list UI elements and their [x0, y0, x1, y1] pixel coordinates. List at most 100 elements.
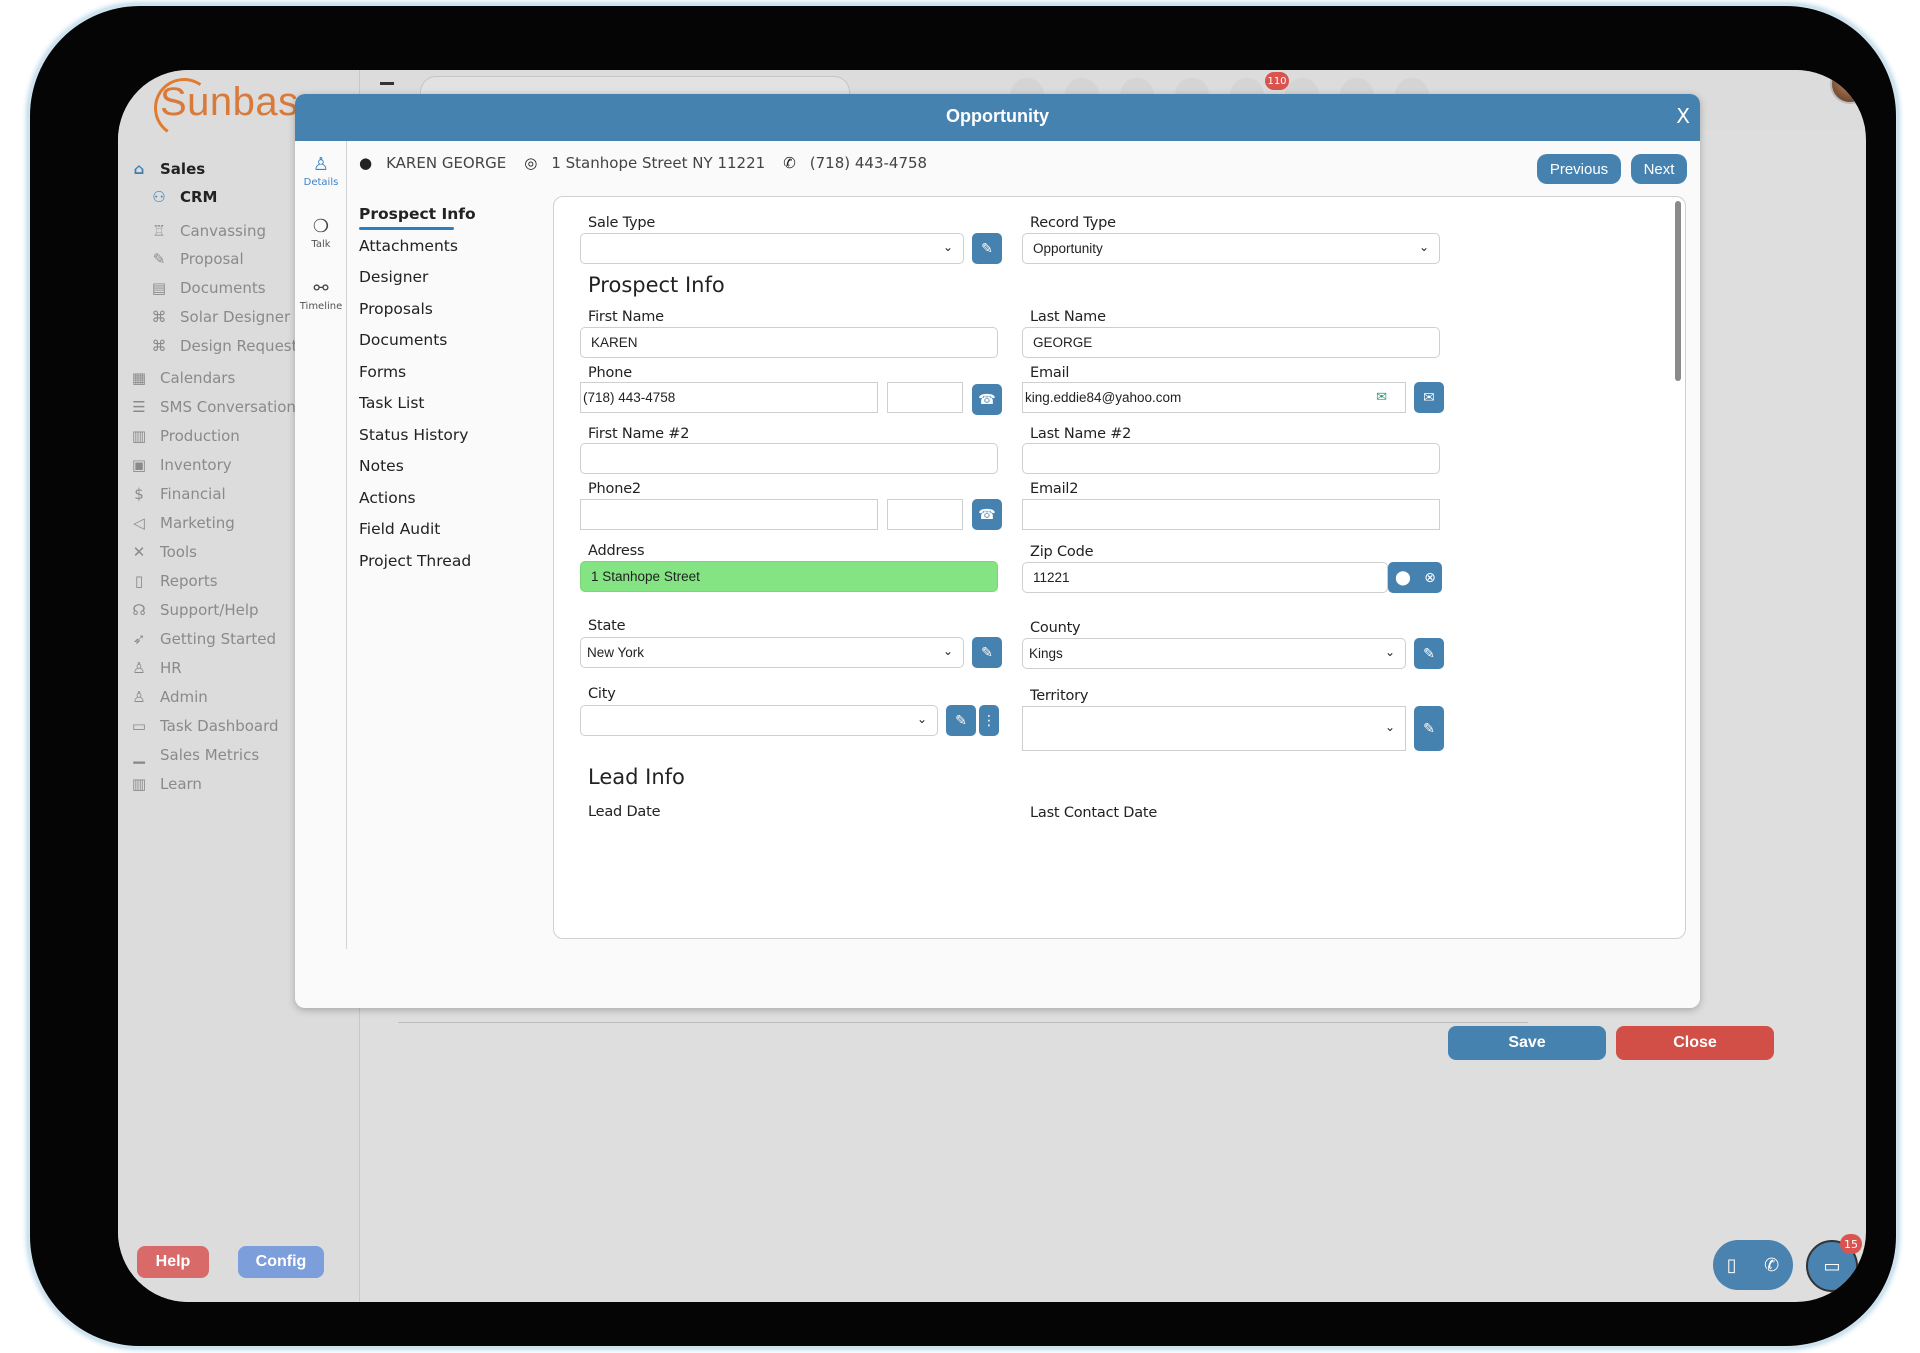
last-name-input[interactable]: GEORGE [1022, 327, 1440, 358]
edit-state-button[interactable]: ✎ [972, 637, 1002, 668]
locate-zip-button[interactable]: ⬤ [1388, 562, 1418, 593]
section-actions[interactable]: Actions [359, 483, 529, 515]
edit-sale-type-button[interactable]: ✎ [972, 233, 1002, 264]
documents-icon: ▤ [151, 279, 167, 297]
sidebar-item-calendars[interactable]: ▦ Calendars [128, 364, 235, 392]
prospect-summary: ● KAREN GEORGE ◎ 1 Stanhope Street NY 11… [359, 154, 945, 172]
help-button[interactable]: Help [137, 1246, 209, 1278]
sidebar-item-learn[interactable]: ▥ Learn [128, 770, 202, 798]
section-field-audit[interactable]: Field Audit [359, 514, 529, 546]
sidebar-item-tools[interactable]: ✕ Tools [128, 538, 197, 566]
sidebar-item-production[interactable]: ▥ Production [128, 422, 240, 450]
address-input[interactable]: 1 Stanhope Street [580, 561, 998, 592]
email-input[interactable]: king.eddie84@yahoo.com ✉ [1022, 382, 1406, 413]
sidebar-item-admin[interactable]: ♙ Admin [128, 683, 208, 711]
prospect-address: 1 Stanhope Street NY 11221 [551, 154, 766, 172]
sidebar-item-inventory[interactable]: ▣ Inventory [128, 451, 232, 479]
section-project-thread[interactable]: Project Thread [359, 546, 529, 578]
sidebar-item-label: HR [160, 659, 182, 677]
territory-select[interactable]: ⌄ [1022, 706, 1406, 751]
send-email-button[interactable]: ✉ [1414, 382, 1444, 413]
section-proposals[interactable]: Proposals [359, 294, 529, 326]
production-icon: ▥ [131, 427, 147, 445]
sidebar-item-marketing[interactable]: ◁ Marketing [128, 509, 235, 537]
sidebar-item-reports[interactable]: ▯ Reports [128, 567, 218, 595]
section-attachments[interactable]: Attachments [359, 231, 529, 263]
sidebar-item-label: Documents [180, 279, 266, 297]
sidebar-item-sms-conversations[interactable]: ☰ SMS Conversations [128, 393, 303, 421]
phone2-input[interactable] [580, 499, 878, 530]
phone2-ext-input[interactable] [887, 499, 963, 530]
sidebar-item-crm[interactable]: ⚇ CRM [148, 183, 217, 211]
sidebar-item-support-help[interactable]: ☊ Support/Help [128, 596, 258, 624]
sale-type-label: Sale Type [588, 215, 656, 231]
sidebar-item-documents[interactable]: ▤ Documents [148, 274, 266, 302]
first-name-input[interactable]: KAREN [580, 327, 998, 358]
sidebar-item-design-request[interactable]: ⌘ Design Request [148, 332, 298, 360]
close-button[interactable]: Close [1616, 1026, 1774, 1060]
rail-details[interactable]: ♙ Details [295, 153, 347, 188]
state-select[interactable]: New York ⌄ [580, 637, 964, 668]
county-select[interactable]: Kings ⌄ [1022, 638, 1406, 669]
rail-talk[interactable]: ❍ Talk [295, 215, 347, 250]
prospect-name: KAREN GEORGE [386, 154, 507, 172]
call-phone2-button[interactable]: ☎ [972, 499, 1002, 530]
section-forms[interactable]: Forms [359, 357, 529, 389]
call-fab[interactable]: ▯ ✆ [1713, 1240, 1793, 1290]
phone-ext-input[interactable] [887, 382, 963, 413]
email2-label: Email2 [1030, 481, 1079, 497]
envelope-icon: ✉ [1423, 389, 1435, 406]
divider [398, 1022, 1528, 1023]
address-label: Address [588, 543, 645, 559]
email-label: Email [1030, 365, 1070, 381]
form-scrollbar[interactable] [1675, 201, 1681, 381]
sale-type-select[interactable]: ⌄ [580, 233, 964, 264]
sidebar-item-canvassing[interactable]: ♖ Canvassing [148, 217, 266, 245]
section-documents[interactable]: Documents [359, 325, 529, 357]
edit-city-button[interactable]: ✎ [946, 705, 976, 736]
previous-button[interactable]: Previous [1537, 154, 1621, 184]
sidebar-item-label: Getting Started [160, 630, 276, 648]
email2-input[interactable] [1022, 499, 1440, 530]
phone-input[interactable]: (718) 443-4758 [580, 382, 878, 413]
section-notes[interactable]: Notes [359, 451, 529, 483]
zip-input[interactable]: 11221 [1022, 562, 1388, 593]
sidebar-item-solar-designer[interactable]: ⌘ Solar Designer [148, 303, 291, 331]
sidebar-item-hr[interactable]: ♙ HR [128, 654, 182, 682]
sidebar-item-task-dashboard[interactable]: ▭ Task Dashboard [128, 712, 279, 740]
record-type-select[interactable]: Opportunity ⌄ [1022, 233, 1440, 264]
section-prospect-info[interactable]: Prospect Info [359, 199, 529, 231]
hamburger-icon[interactable] [380, 82, 394, 85]
save-button[interactable]: Save [1448, 1026, 1606, 1060]
city-more-button[interactable]: ⋮ [979, 705, 999, 736]
sidebar-item-label: Production [160, 427, 240, 445]
sidebar-item-label: Reports [160, 572, 218, 590]
rail-timeline[interactable]: ⚯ Timeline [295, 277, 347, 312]
sidebar-item-financial[interactable]: $ Financial [128, 480, 225, 508]
call-phone-button[interactable]: ☎ [972, 384, 1002, 415]
edit-territory-button[interactable]: ✎ [1414, 706, 1444, 751]
design-request-icon: ⌘ [151, 337, 167, 355]
sidebar-item-getting-started[interactable]: ➶ Getting Started [128, 625, 276, 653]
section-status-history[interactable]: Status History [359, 420, 529, 452]
edit-county-button[interactable]: ✎ [1414, 638, 1444, 669]
user-avatar[interactable] [1830, 70, 1866, 104]
first-name-2-input[interactable] [580, 443, 998, 474]
config-button[interactable]: Config [238, 1246, 324, 1278]
sales-metrics-icon: ▁ [133, 746, 145, 764]
last-name-2-input[interactable] [1022, 443, 1440, 474]
clear-zip-button[interactable]: ⊗ [1418, 562, 1442, 593]
next-button[interactable]: Next [1631, 154, 1687, 184]
solar-designer-icon: ⌘ [151, 308, 167, 326]
canvassing-icon: ♖ [152, 222, 166, 240]
section-task-list[interactable]: Task List [359, 388, 529, 420]
modal-close-icon[interactable]: X [1676, 104, 1690, 128]
person-icon: ● [359, 154, 373, 172]
section-designer[interactable]: Designer [359, 262, 529, 294]
task-dashboard-icon: ▭ [131, 717, 147, 735]
county-label: County [1030, 620, 1081, 636]
sidebar-item-sales[interactable]: ⌂ Sales [128, 155, 206, 183]
sidebar-item-proposal[interactable]: ✎ Proposal [148, 245, 244, 273]
sidebar-item-sales-metrics[interactable]: ▁ Sales Metrics [128, 741, 259, 769]
city-select[interactable]: ⌄ [580, 705, 938, 736]
